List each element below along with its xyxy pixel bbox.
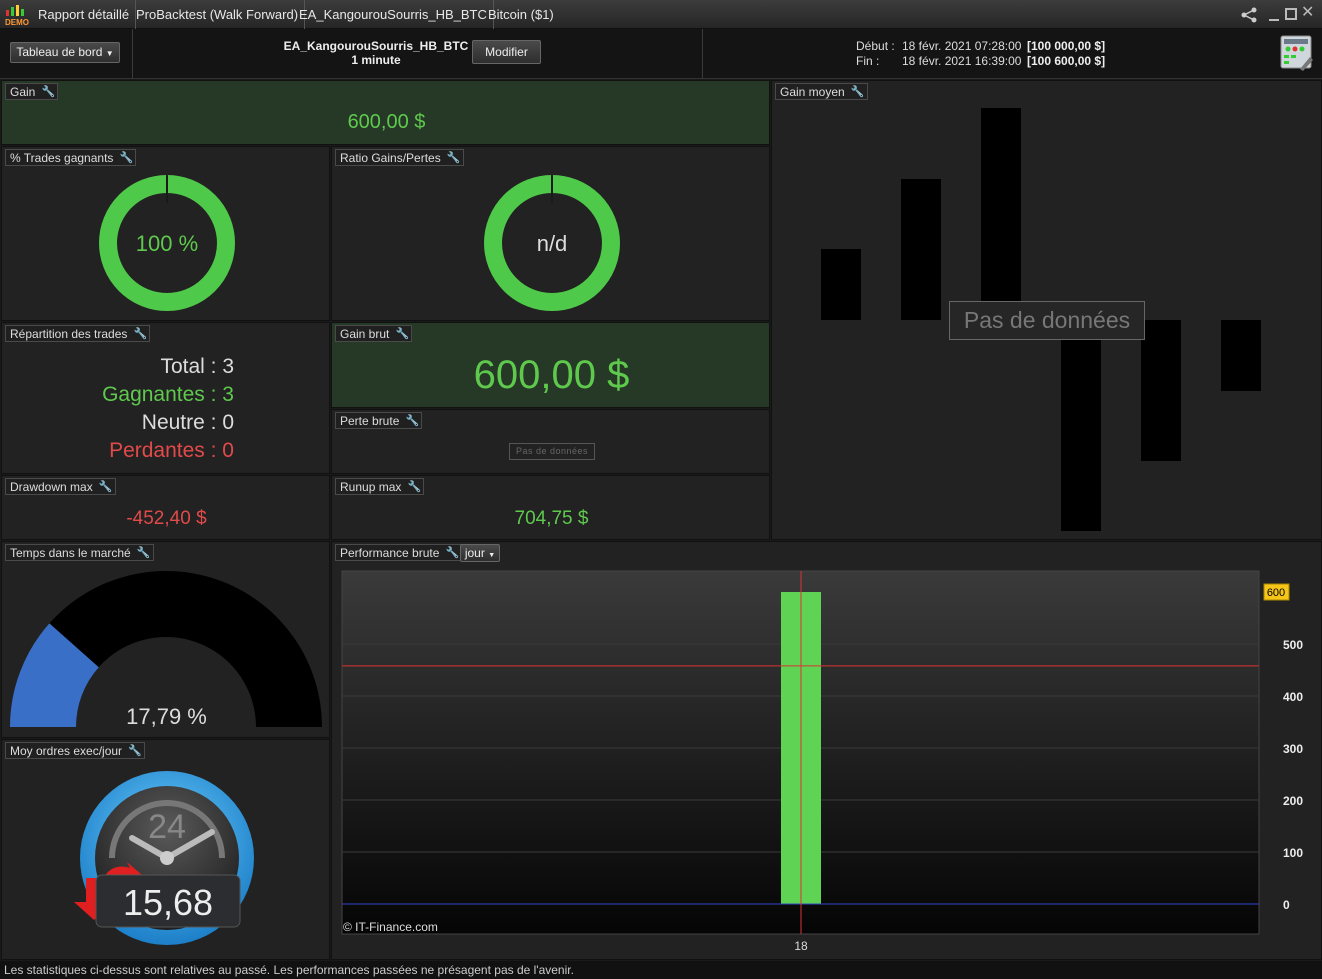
wrench-icon[interactable]: 🔧	[851, 84, 865, 100]
timeframe: 1 minute	[351, 53, 401, 67]
y-tick-label: 400	[1283, 690, 1303, 704]
wrench-icon[interactable]: 🔧	[119, 150, 134, 166]
ratio-value: n/d	[536, 231, 568, 256]
start-capital: [100 000,00 $]	[1027, 39, 1106, 53]
start-date: 18 févr. 2021 07:28:00	[902, 39, 1022, 53]
avg-gain-title[interactable]: Gain moyen 🔧	[775, 83, 868, 100]
placeholder-bar	[821, 249, 861, 320]
losing-trades: Perdantes : 0	[109, 439, 234, 462]
avg-gain-panel: Gain moyen 🔧 Pas de données	[771, 80, 1322, 540]
avg-orders-value: 15,68	[122, 882, 214, 923]
y-tick-label: 500	[1283, 638, 1303, 652]
maximize-icon[interactable]	[1285, 8, 1297, 20]
gross-gain-panel: Gain brut 🔧 600,00 $	[331, 322, 770, 408]
end-capital: [100 600,00 $]	[1027, 54, 1106, 68]
dashboard-select-label: Tableau de bord	[16, 45, 103, 59]
highlight-value-label: 600	[1267, 587, 1285, 599]
y-tick-label: 100	[1283, 846, 1303, 860]
system-name: EA_KangourouSourris_HB_BTC	[283, 39, 469, 53]
no-data-message: Pas de données	[509, 443, 595, 460]
ratio-panel: Ratio Gains/Pertes 🔧 n/d	[331, 146, 770, 321]
end-date: 18 févr. 2021 16:39:00	[902, 54, 1022, 68]
wrench-icon[interactable]: 🔧	[407, 479, 422, 495]
win-trades-value: 100 %	[135, 231, 199, 256]
time-in-market-panel: Temps dans le marché 🔧 17,79 %	[1, 541, 330, 738]
y-tick-label: 200	[1283, 794, 1303, 808]
clock-label: 24	[148, 808, 186, 846]
time-in-market-title[interactable]: Temps dans le marché 🔧	[5, 544, 154, 561]
start-label: Début :	[856, 39, 895, 53]
y-tick-label: 300	[1283, 742, 1303, 756]
period-select[interactable]: jour ▼	[460, 544, 500, 562]
wrench-icon[interactable]: 🔧	[41, 84, 56, 100]
wrench-icon[interactable]: 🔧	[395, 326, 410, 342]
winning-trades: Gagnantes : 3	[102, 383, 234, 406]
tab-probacktest[interactable]: ProBacktest (Walk Forward)	[130, 0, 306, 29]
max-drawdown-title[interactable]: Drawdown max 🔧	[5, 478, 116, 495]
tab-system-name[interactable]: EA_KangourouSourris_HB_BTC	[293, 0, 494, 29]
gain-panel: Gain 🔧 600,00 $	[1, 80, 770, 145]
modify-button[interactable]: Modifier	[472, 40, 541, 64]
neutral-trades: Neutre : 0	[141, 411, 234, 434]
no-data-message: Pas de données	[949, 301, 1145, 340]
calculator-icon[interactable]	[1280, 35, 1314, 71]
gain-value: 600,00 $	[347, 111, 426, 133]
time-in-market-value: 17,79 %	[126, 704, 207, 729]
gross-gain-title[interactable]: Gain brut 🔧	[335, 325, 413, 342]
wrench-icon[interactable]: 🔧	[99, 479, 113, 495]
report-header: Tableau de bord ▼ EA_KangourouSourris_HB…	[0, 29, 1322, 79]
wrench-icon[interactable]: 🔧	[137, 545, 151, 561]
gross-gain-value: 600,00 $	[473, 353, 630, 397]
max-runup-panel: Runup max 🔧 704,75 $	[331, 475, 770, 540]
period-select-label: jour	[464, 546, 485, 560]
placeholder-bar	[1061, 320, 1101, 531]
max-drawdown-panel: Drawdown max 🔧 -452,40 $	[1, 475, 330, 540]
gross-performance-title[interactable]: Performance brute 🔧	[335, 544, 463, 561]
max-runup-value: 704,75 $	[514, 508, 589, 529]
app-logo: DEMO	[4, 4, 30, 27]
gross-performance-chart: 0 100 200 300 400 500 600 18	[341, 570, 1303, 953]
max-runup-title[interactable]: Runup max 🔧	[335, 478, 425, 495]
win-trades-title[interactable]: % Trades gagnants 🔧	[5, 149, 137, 166]
y-tick-label: 0	[1283, 898, 1290, 912]
wrench-icon[interactable]: 🔧	[405, 413, 420, 429]
tab-instrument[interactable]: Bitcoin ($1)	[482, 0, 560, 29]
copyright-text: © IT-Finance.com	[343, 920, 438, 934]
x-tick-label: 18	[794, 939, 808, 953]
minimize-icon[interactable]	[1268, 6, 1280, 22]
gross-performance-panel: Performance brute 🔧 jour ▼ 0 100 200 300 400 5…	[331, 541, 1322, 960]
chevron-down-icon: ▼	[105, 49, 114, 58]
placeholder-bar	[901, 179, 941, 320]
gross-loss-panel: Perte brute 🔧 Pas de données	[331, 409, 770, 474]
wrench-icon[interactable]: 🔧	[128, 743, 142, 759]
wrench-icon[interactable]: 🔧	[445, 545, 460, 561]
end-label: Fin :	[856, 54, 880, 68]
close-icon[interactable]: ✕	[1301, 5, 1315, 21]
placeholder-bar	[1141, 320, 1181, 461]
avg-orders-title[interactable]: Moy ordres exec/jour 🔧	[5, 742, 146, 759]
svg-text:DEMO: DEMO	[5, 18, 29, 26]
gain-title[interactable]: Gain 🔧	[5, 83, 59, 100]
share-icon[interactable]	[1240, 6, 1258, 24]
placeholder-bar	[981, 108, 1021, 320]
total-trades: Total : 3	[160, 355, 234, 378]
trade-breakdown-title[interactable]: Répartition des trades 🔧	[5, 325, 151, 342]
title-bar: DEMO Rapport détaillé ProBacktest (Walk …	[0, 0, 1322, 29]
wrench-icon[interactable]: 🔧	[447, 150, 461, 166]
win-trades-panel: % Trades gagnants 🔧 100 %	[1, 146, 330, 321]
gross-loss-title[interactable]: Perte brute 🔧	[335, 412, 423, 429]
dashboard-select[interactable]: Tableau de bord ▼	[10, 42, 120, 63]
chevron-down-icon: ▼	[488, 552, 496, 559]
placeholder-bar	[1221, 320, 1261, 391]
ratio-title[interactable]: Ratio Gains/Pertes 🔧	[335, 149, 464, 166]
avg-orders-panel: Moy ordres exec/jour 🔧 24 15,68	[1, 739, 330, 960]
wrench-icon[interactable]: 🔧	[133, 326, 148, 342]
trade-breakdown-panel: Répartition des trades 🔧 Total : 3 Gagnan…	[1, 322, 330, 474]
tab-detailed-report[interactable]: Rapport détaillé	[32, 0, 137, 29]
max-drawdown-value: -452,40 $	[126, 508, 207, 529]
disclaimer: Les statistiques ci-dessus sont relative…	[0, 961, 1322, 979]
